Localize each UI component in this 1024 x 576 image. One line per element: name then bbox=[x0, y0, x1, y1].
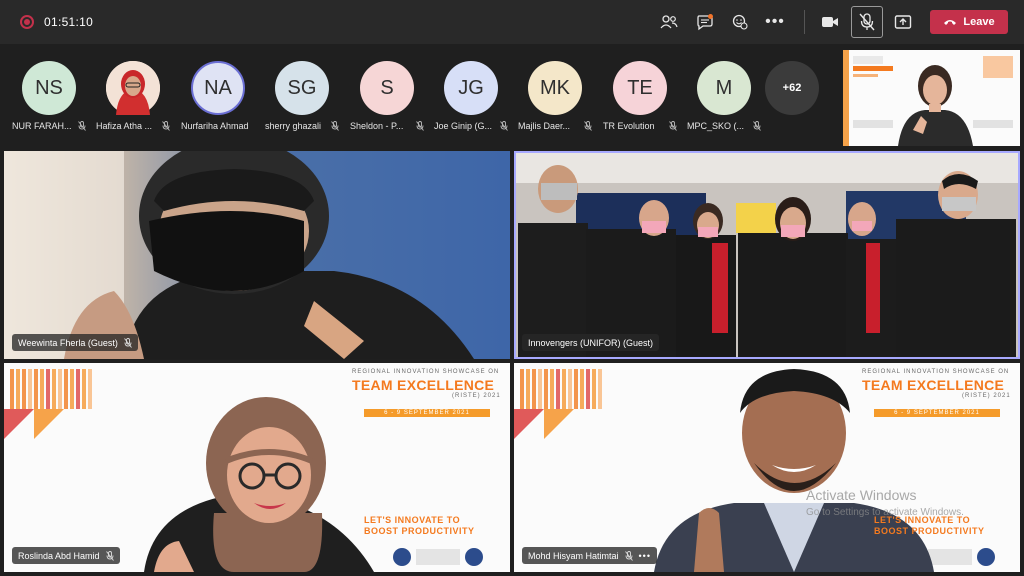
mic-muted-icon bbox=[753, 121, 761, 133]
activate-windows-subtitle: Go to Settings to activate Windows. bbox=[806, 507, 964, 518]
participant-avatar-name: NUR FARAH... bbox=[12, 121, 72, 131]
share-icon[interactable] bbox=[890, 10, 916, 34]
banner-slogan: LET'S INNOVATE TO BOOST PRODUCTIVITY bbox=[874, 515, 985, 537]
avatar-initials: NS bbox=[35, 76, 63, 99]
tile-more-options-icon[interactable]: ••• bbox=[639, 551, 651, 561]
participant-avatar-name: MPC_SKO (... bbox=[687, 121, 745, 131]
participant-avatar[interactable]: NA bbox=[191, 61, 245, 115]
mic-muted-icon bbox=[624, 550, 633, 561]
participant-avatar[interactable]: S bbox=[360, 61, 414, 115]
participant-avatar-name: Nurfariha Ahmad bbox=[181, 121, 249, 131]
banner-date: 6 - 9 SEPTEMBER 2021 bbox=[364, 409, 490, 417]
toolbar-divider bbox=[804, 10, 805, 34]
mic-muted-icon bbox=[859, 13, 875, 31]
hang-up-icon bbox=[944, 20, 957, 25]
participant-avatar-name: Joe Ginip (G... bbox=[434, 121, 493, 131]
banner-date: 6 - 9 SEPTEMBER 2021 bbox=[874, 409, 1000, 417]
banner-slogan-line2: BOOST PRODUCTIVITY bbox=[364, 526, 475, 536]
participant-avatar[interactable]: TE bbox=[613, 61, 667, 115]
recording-indicator-icon bbox=[20, 15, 34, 29]
participant-avatar-name: Hafiza Atha ... bbox=[96, 121, 153, 131]
avatar-initials: MK bbox=[540, 76, 570, 99]
mic-muted-icon bbox=[416, 121, 424, 133]
banner-subtitle: (RISTE) 2021 bbox=[962, 393, 1011, 399]
participant-name-tag: Mohd Hisyam Hatimtai ••• bbox=[522, 547, 657, 564]
avatar-initials: JG bbox=[458, 76, 484, 99]
avatar-initials: SG bbox=[287, 76, 317, 99]
meeting-timer: 01:51:10 bbox=[44, 15, 94, 29]
participant-avatar[interactable]: JG bbox=[444, 61, 498, 115]
participant-name: Innovengers (UNIFOR) (Guest) bbox=[528, 337, 654, 348]
mic-muted-icon bbox=[669, 121, 677, 133]
participant-name-tag: Innovengers (UNIFOR) (Guest) bbox=[522, 334, 660, 351]
meeting-toolbar: 01:51:10 ••• Leave bbox=[0, 0, 1024, 44]
avatar-initials: TE bbox=[627, 76, 653, 99]
participant-name: Mohd Hisyam Hatimtai bbox=[528, 550, 619, 561]
self-view-video[interactable] bbox=[843, 50, 1020, 146]
banner-subtitle: (RISTE) 2021 bbox=[452, 393, 501, 399]
participant-avatar[interactable]: NS bbox=[22, 61, 76, 115]
participant-avatar[interactable]: SG bbox=[275, 61, 329, 115]
video-tile-weewinta[interactable]: Weewinta Fherla (Guest) bbox=[4, 151, 510, 359]
participant-avatar-name: Majlis Daer... bbox=[518, 121, 571, 131]
participant-avatar[interactable]: M bbox=[697, 61, 751, 115]
mute-button[interactable] bbox=[851, 6, 883, 38]
participant-avatar-name: sherry ghazali bbox=[265, 121, 322, 131]
leave-button[interactable]: Leave bbox=[930, 10, 1008, 34]
more-options-icon[interactable]: ••• bbox=[762, 10, 788, 34]
video-tile-innovengers[interactable]: Innovengers (UNIFOR) (Guest) bbox=[514, 151, 1020, 359]
participant-name: Weewinta Fherla (Guest) bbox=[18, 337, 118, 348]
participant-avatar-name: TR Evolution bbox=[603, 121, 655, 131]
camera-icon[interactable] bbox=[817, 10, 843, 34]
mic-muted-icon bbox=[500, 121, 508, 133]
participant-avatar[interactable] bbox=[106, 61, 160, 115]
banner-top-line: REGIONAL INNOVATION SHOWCASE ON bbox=[352, 369, 500, 375]
banner-title: TEAM EXCELLENCE bbox=[352, 377, 495, 393]
banner-slogan-line2: BOOST PRODUCTIVITY bbox=[874, 526, 985, 536]
participant-avatar[interactable]: MK bbox=[528, 61, 582, 115]
participant-avatar-name: Sheldon - P... bbox=[350, 121, 404, 131]
avatar-initials: M bbox=[715, 76, 733, 99]
more-participants-button[interactable]: +62 bbox=[765, 61, 819, 115]
participant-name: Roslinda Abd Hamid bbox=[18, 550, 100, 561]
banner-top-line: REGIONAL INNOVATION SHOWCASE ON bbox=[862, 369, 1010, 375]
banner-slogan-line1: LET'S INNOVATE TO bbox=[364, 515, 461, 525]
mic-muted-icon bbox=[78, 121, 86, 133]
mic-muted-icon bbox=[584, 121, 592, 133]
video-tile-mohd-hisyam[interactable]: REGIONAL INNOVATION SHOWCASE ON TEAM EXC… bbox=[514, 363, 1020, 572]
banner-slogan: LET'S INNOVATE TO BOOST PRODUCTIVITY bbox=[364, 515, 475, 537]
participant-name-tag: Roslinda Abd Hamid bbox=[12, 547, 120, 564]
avatar-photo bbox=[106, 61, 160, 115]
avatar-initials: NA bbox=[204, 76, 232, 99]
participant-name-tag: Weewinta Fherla (Guest) bbox=[12, 334, 138, 351]
people-icon[interactable] bbox=[656, 10, 682, 34]
reactions-icon[interactable] bbox=[727, 10, 753, 34]
video-tile-roslinda[interactable]: REGIONAL INNOVATION SHOWCASE ON TEAM EXC… bbox=[4, 363, 510, 572]
chat-icon[interactable] bbox=[692, 10, 718, 34]
mic-muted-icon bbox=[331, 121, 339, 133]
mic-muted-icon bbox=[162, 121, 170, 133]
activate-windows-title: Activate Windows bbox=[806, 487, 917, 503]
banner-title: TEAM EXCELLENCE bbox=[862, 377, 1005, 393]
mic-muted-icon bbox=[105, 550, 114, 561]
avatar-initials: S bbox=[380, 76, 394, 99]
leave-label: Leave bbox=[963, 16, 995, 28]
mic-muted-icon bbox=[124, 337, 132, 348]
